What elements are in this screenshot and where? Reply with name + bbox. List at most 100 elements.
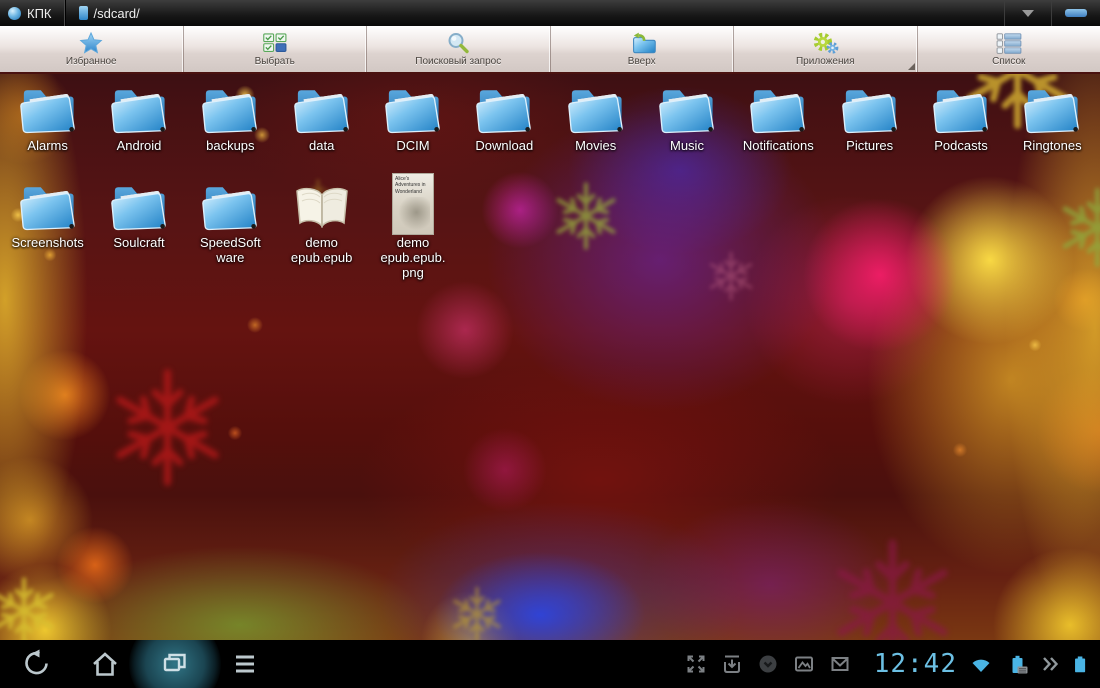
chevron-down-icon — [1022, 10, 1034, 17]
gmail-icon — [828, 652, 852, 676]
file-label: data — [309, 139, 334, 154]
toolbar-favorites-button[interactable]: Избранное — [0, 26, 184, 72]
menu-button[interactable] — [228, 647, 262, 681]
wifi-icon — [969, 652, 993, 676]
folder-icon — [289, 78, 355, 138]
notification-download-button[interactable] — [756, 652, 780, 676]
recent-apps-icon — [159, 648, 191, 680]
status-area: 12:42 — [684, 649, 1100, 679]
folder-icon — [197, 175, 263, 235]
toolbar: Избранное Выбрать — [0, 26, 1100, 74]
folder-icon — [15, 175, 81, 235]
storage-icon — [79, 6, 88, 20]
notification-fullscreen-button[interactable] — [684, 652, 708, 676]
chevron-right-icon — [1041, 652, 1058, 676]
list-view-icon — [996, 31, 1022, 55]
file-label: demo epub.epub.png — [380, 236, 446, 281]
file-item-movies[interactable]: Movies — [551, 78, 641, 175]
folder-icon — [106, 78, 172, 138]
system-bar: 12:42 — [0, 640, 1100, 688]
folder-icon — [15, 78, 81, 138]
file-item-speedsoftware[interactable]: SpeedSoftware — [185, 175, 275, 272]
notification-gallery-button[interactable] — [792, 652, 816, 676]
file-label: SpeedSoftware — [197, 236, 263, 266]
select-grid-icon — [263, 31, 287, 55]
path-text: /sdcard/ — [94, 6, 140, 21]
download-circle-icon — [756, 652, 780, 676]
file-label: Podcasts — [934, 139, 987, 154]
file-item-soulcraft[interactable]: Soulcraft — [94, 175, 184, 272]
path-history-dropdown-button[interactable] — [1004, 0, 1051, 26]
menu-icon — [229, 648, 261, 680]
search-icon — [445, 31, 471, 55]
top-bar: КПК /sdcard/ — [0, 0, 1100, 26]
file-item-download[interactable]: Download — [459, 78, 549, 175]
file-label: Ringtones — [1023, 139, 1082, 154]
file-label: backups — [206, 139, 254, 154]
file-item-podcasts[interactable]: Podcasts — [916, 78, 1006, 175]
thumbnail-art — [396, 197, 430, 231]
file-label: Notifications — [743, 139, 814, 154]
thumbnail-title-text: Alice's Adventures in Wonderland — [393, 174, 433, 196]
battery-dock-icon — [1005, 652, 1029, 676]
folder-icon — [745, 78, 811, 138]
toolbar-select-button[interactable]: Выбрать — [184, 26, 368, 72]
file-label: DCIM — [396, 139, 429, 154]
file-label: Music — [670, 139, 704, 154]
toolbar-button-label: Приложения — [796, 56, 855, 67]
file-item-demo-epub[interactable]: demo epub.epub — [277, 175, 367, 272]
app-menu-button[interactable]: КПК — [0, 0, 65, 26]
file-label: Alarms — [27, 139, 67, 154]
gallery-icon — [792, 652, 816, 676]
file-label: Download — [475, 139, 533, 154]
toolbar-button-label: Поисковый запрос — [415, 56, 501, 67]
file-item-demo-epub-png[interactable]: Alice's Adventures in Wonderland demo ep… — [368, 175, 458, 272]
toolbar-search-button[interactable]: Поисковый запрос — [367, 26, 551, 72]
file-item-screenshots[interactable]: Screenshots — [3, 175, 93, 272]
path-breadcrumb[interactable]: /sdcard/ — [65, 0, 154, 26]
topbar-spacer — [154, 0, 1004, 26]
file-item-pictures[interactable]: Pictures — [825, 78, 915, 175]
app-label: КПК — [27, 6, 52, 21]
app-orb-icon — [8, 7, 21, 20]
folder-icon — [106, 175, 172, 235]
toolbar-button-label: Список — [992, 56, 1025, 67]
notification-gmail-button[interactable] — [828, 652, 852, 676]
file-item-alarms[interactable]: Alarms — [3, 78, 93, 175]
recent-apps-button[interactable] — [158, 647, 192, 681]
file-item-backups[interactable]: backups — [185, 78, 275, 175]
image-thumbnail: Alice's Adventures in Wonderland — [392, 175, 434, 235]
gears-icon — [811, 31, 839, 55]
file-manager-screen: КПК /sdcard/ Избранное — [0, 0, 1100, 688]
file-item-notifications[interactable]: Notifications — [733, 78, 823, 175]
corner-fold-icon — [908, 63, 915, 70]
file-label: demo epub.epub — [289, 236, 355, 266]
folder-icon — [1019, 78, 1085, 138]
clock-time[interactable]: 12:42 — [874, 649, 957, 679]
toolbar-apps-button[interactable]: Приложения — [734, 26, 918, 72]
fullscreen-icon — [684, 652, 708, 676]
home-icon — [89, 648, 121, 680]
file-item-ringtones[interactable]: Ringtones — [1007, 78, 1097, 175]
file-item-dcim[interactable]: DCIM — [368, 78, 458, 175]
folder-icon — [654, 78, 720, 138]
book-icon — [290, 175, 354, 235]
battery-icon — [1070, 652, 1092, 676]
file-grid: Alarms Android backups data DCIM Downloa… — [0, 72, 1100, 640]
file-item-android[interactable]: Android — [94, 78, 184, 175]
notification-screenshot-button[interactable] — [720, 652, 744, 676]
toolbar-up-button[interactable]: Вверх — [551, 26, 735, 72]
file-item-music[interactable]: Music — [642, 78, 732, 175]
file-item-data[interactable]: data — [277, 78, 367, 175]
toolbar-button-label: Вверх — [628, 56, 656, 67]
file-label: Android — [117, 139, 162, 154]
folder-up-icon — [628, 31, 656, 55]
back-button[interactable] — [18, 647, 52, 681]
toolbar-toggle-button[interactable] — [1051, 0, 1100, 26]
folder-icon — [837, 78, 903, 138]
file-label: Screenshots — [12, 236, 84, 251]
star-icon — [78, 31, 104, 55]
file-label: Soulcraft — [113, 236, 164, 251]
toolbar-list-button[interactable]: Список — [918, 26, 1100, 72]
home-button[interactable] — [88, 647, 122, 681]
